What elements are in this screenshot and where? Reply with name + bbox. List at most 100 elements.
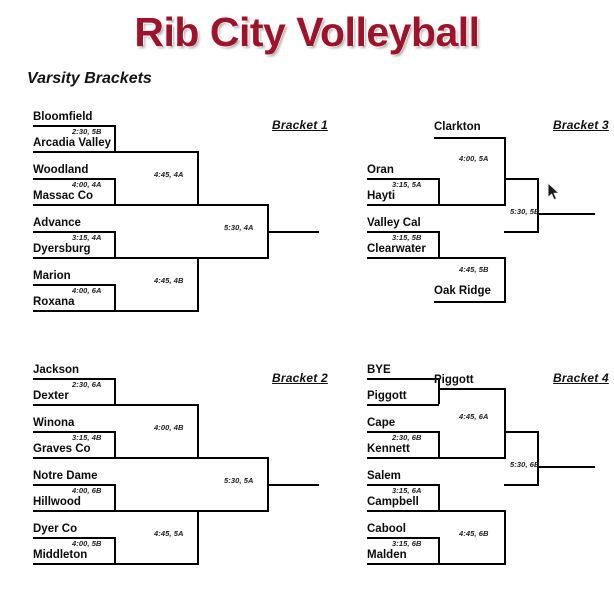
champion-line <box>267 484 319 486</box>
bracket-line <box>504 257 506 301</box>
bracket-line <box>114 537 116 563</box>
team-name: BYE <box>367 364 391 376</box>
match-time: 4:00, 6A <box>72 286 102 295</box>
bracket-line <box>504 484 539 486</box>
match-time: 2:30, 5B <box>72 127 102 136</box>
bracket-line <box>114 457 199 459</box>
bracket-line <box>537 431 539 484</box>
page-title: Rib City Volleyball <box>134 9 480 55</box>
bracket-line <box>434 137 506 139</box>
team-name: Middleton <box>33 549 88 561</box>
bracket-line <box>114 431 116 457</box>
match-time: 4:45, 5A <box>154 529 184 538</box>
team-name: Massac Co <box>33 190 94 202</box>
match-time: 3:15, 5A <box>392 180 422 189</box>
champion-line <box>267 231 319 233</box>
mouse-pointer-icon <box>547 181 561 202</box>
bracket-line <box>438 484 440 510</box>
bracket-line <box>438 178 440 204</box>
team-name: Hillwood <box>33 496 81 508</box>
bracket-line <box>367 510 439 512</box>
bracket-line <box>33 457 115 459</box>
team-name: Dyersburg <box>33 243 91 255</box>
bracket-line <box>33 404 115 406</box>
team-name: Clearwater <box>367 243 426 255</box>
bracket-line <box>114 125 116 151</box>
bracket-line <box>197 204 269 206</box>
bracket-line <box>114 204 199 206</box>
bracket-line <box>438 457 506 459</box>
team-name: Clarkton <box>434 121 481 133</box>
page-subtitle: Varsity Brackets <box>27 70 152 87</box>
team-name: Malden <box>367 549 407 561</box>
team-name: Hayti <box>367 190 396 202</box>
team-name: Advance <box>33 217 81 229</box>
match-time: 4:45, 6A <box>459 412 489 421</box>
match-time: 4:00, 4A <box>72 180 102 189</box>
bracket-line <box>537 178 539 231</box>
team-name: Winona <box>33 417 75 429</box>
bracket-line <box>114 510 199 512</box>
team-name: Valley Cal <box>367 217 421 229</box>
bracket-line <box>197 257 269 259</box>
team-name: Campbell <box>367 496 419 508</box>
advancing-team-name: Piggott <box>434 374 474 386</box>
bracket-2-label: Bracket 2 <box>272 371 328 385</box>
bracket-line <box>114 151 199 153</box>
bracket-line <box>33 563 115 565</box>
bracket-line <box>114 178 116 204</box>
team-name: Roxana <box>33 296 75 308</box>
champion-line <box>537 466 595 468</box>
bracket-line <box>197 510 269 512</box>
team-name: Cabool <box>367 523 406 535</box>
bracket-line <box>33 310 115 312</box>
match-time: 5:30, 6B <box>510 460 540 469</box>
bracket-line <box>114 378 116 404</box>
match-time: 3:15, 5B <box>392 233 422 242</box>
bracket-line <box>114 404 199 406</box>
bracket-line <box>114 484 116 510</box>
bracket-line <box>33 151 115 153</box>
match-time: 2:30, 6B <box>392 433 422 442</box>
bracket-line <box>114 310 199 312</box>
bracket-line <box>197 404 199 457</box>
match-time: 4:00, 6B <box>72 486 102 495</box>
match-time: 5:30, 5B <box>510 207 540 216</box>
match-time: 5:30, 5A <box>224 476 254 485</box>
bracket-1-label: Bracket 1 <box>272 118 328 132</box>
bracket-line <box>504 510 506 563</box>
bracket-line <box>438 563 506 565</box>
bracket-line <box>438 431 440 457</box>
bracket-line <box>197 257 199 310</box>
team-name: Cape <box>367 417 396 429</box>
match-time: 2:30, 6A <box>72 380 102 389</box>
bracket-4-label: Bracket 4 <box>553 371 609 385</box>
bracket-line <box>504 388 506 457</box>
bracket-line <box>33 257 115 259</box>
team-name: Marion <box>33 270 71 282</box>
match-time: 3:15, 6A <box>392 486 422 495</box>
match-time: 3:15, 4A <box>72 233 102 242</box>
bracket-line <box>367 257 439 259</box>
tournament-bracket-page: Rib City Volleyball Varsity Brackets Bra… <box>0 0 614 598</box>
bracket-line <box>197 151 199 204</box>
bracket-line <box>438 257 506 259</box>
team-name: Woodland <box>33 164 89 176</box>
bracket-line <box>367 404 439 406</box>
team-name: Kennett <box>367 443 410 455</box>
bracket-line <box>438 204 506 206</box>
match-time: 4:00, 5B <box>72 539 102 548</box>
match-time: 3:15, 6B <box>392 539 422 548</box>
team-name: Oak Ridge <box>434 285 491 297</box>
bracket-line <box>114 284 116 310</box>
bracket-line <box>33 510 115 512</box>
team-name: Dexter <box>33 390 69 402</box>
bracket-line <box>114 257 199 259</box>
bracket-3-label: Bracket 3 <box>553 118 609 132</box>
bracket-line <box>114 563 199 565</box>
team-name: Arcadia Valley <box>33 137 111 149</box>
bracket-line <box>33 204 115 206</box>
team-name: Bloomfield <box>33 111 93 123</box>
bracket-line <box>438 388 506 390</box>
match-time: 5:30, 4A <box>224 223 254 232</box>
